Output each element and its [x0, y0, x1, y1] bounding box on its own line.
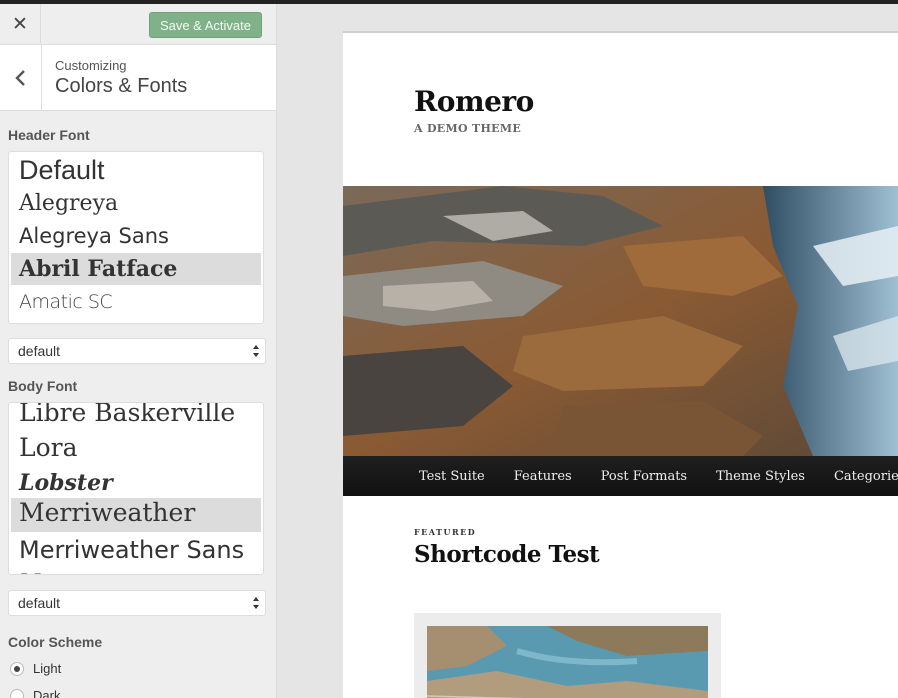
header-font-label: Header Font — [8, 127, 90, 143]
body-font-list[interactable]: Libre Baskerville Lora Lobster Merriweat… — [8, 402, 264, 575]
post-thumbnail-frame — [414, 613, 721, 698]
section-header: Customizing Colors & Fonts — [0, 45, 276, 111]
radio-unchecked-icon — [10, 688, 24, 698]
sidebar-header: ✕ Save & Activate — [0, 4, 276, 45]
site-description: A DEMO THEME — [414, 122, 521, 135]
body-font-option-libre-baskerville[interactable]: Libre Baskerville — [9, 403, 263, 436]
select-arrows-icon — [253, 345, 259, 357]
nav-item-test-suite[interactable]: Test Suite — [419, 469, 485, 484]
color-scheme-dark-label: Dark — [33, 688, 61, 698]
select-arrows-icon — [253, 597, 259, 609]
color-scheme-dark-radio[interactable]: Dark — [10, 688, 265, 698]
nav-item-post-formats[interactable]: Post Formats — [601, 469, 687, 484]
chevron-left-icon — [14, 69, 25, 86]
header-font-option-alegreya-sans[interactable]: Alegreya Sans — [9, 220, 263, 253]
header-font-list[interactable]: Default Alegreya Alegreya Sans Abril Fat… — [8, 151, 264, 324]
color-scheme-label: Color Scheme — [8, 634, 103, 650]
body-font-option-lora[interactable]: Lora — [9, 436, 263, 468]
body-font-option-merriweather-sans[interactable]: Merriweather Sans — [9, 532, 263, 566]
body-font-option-merriweather[interactable]: Merriweather — [11, 498, 261, 532]
section-subtitle: Customizing — [55, 58, 127, 73]
body-font-label: Body Font — [8, 378, 78, 394]
rocky-coast-image — [343, 186, 898, 456]
body-font-select-value: default — [18, 595, 61, 611]
section-title: Colors & Fonts — [55, 75, 188, 97]
post-kicker: FEATURED — [414, 527, 477, 537]
back-button[interactable] — [0, 45, 42, 110]
header-image — [343, 186, 898, 456]
save-activate-button[interactable]: Save & Activate — [148, 12, 262, 38]
site-title[interactable]: Romero — [414, 85, 534, 118]
primary-nav: Test Suite Features Post Formats Theme S… — [343, 456, 898, 496]
post-title[interactable]: Shortcode Test — [414, 541, 600, 568]
body-font-option-montserrat[interactable]: Montserrat — [9, 566, 263, 574]
body-font-option-lobster[interactable]: Lobster — [9, 468, 263, 498]
header-font-select-value: default — [18, 343, 61, 359]
radio-checked-icon — [10, 661, 24, 676]
header-font-select[interactable]: default — [8, 338, 266, 364]
post-thumbnail[interactable] — [427, 626, 708, 698]
aerial-lake-image — [427, 626, 708, 698]
close-icon: ✕ — [12, 13, 28, 35]
color-scheme-light-radio[interactable]: Light — [10, 661, 265, 676]
header-font-option-default[interactable]: Default — [9, 154, 263, 187]
site-preview: Romero A DEMO THEME Test Suite Features … — [343, 31, 898, 698]
customizer-sidebar: ✕ Save & Activate Customizing Colors & F… — [0, 4, 277, 698]
nav-item-theme-styles[interactable]: Theme Styles — [716, 469, 805, 484]
nav-item-features[interactable]: Features — [514, 469, 572, 484]
header-font-option-amatic-sc[interactable]: Amatic SC — [9, 285, 263, 319]
header-font-option-alegreya[interactable]: Alegreya — [9, 187, 263, 220]
header-font-option-abril-fatface[interactable]: Abril Fatface — [11, 253, 261, 285]
color-scheme-light-label: Light — [33, 661, 62, 676]
close-button[interactable]: ✕ — [0, 4, 41, 45]
nav-item-categories[interactable]: Categories — [834, 469, 898, 484]
body-font-select[interactable]: default — [8, 590, 266, 616]
